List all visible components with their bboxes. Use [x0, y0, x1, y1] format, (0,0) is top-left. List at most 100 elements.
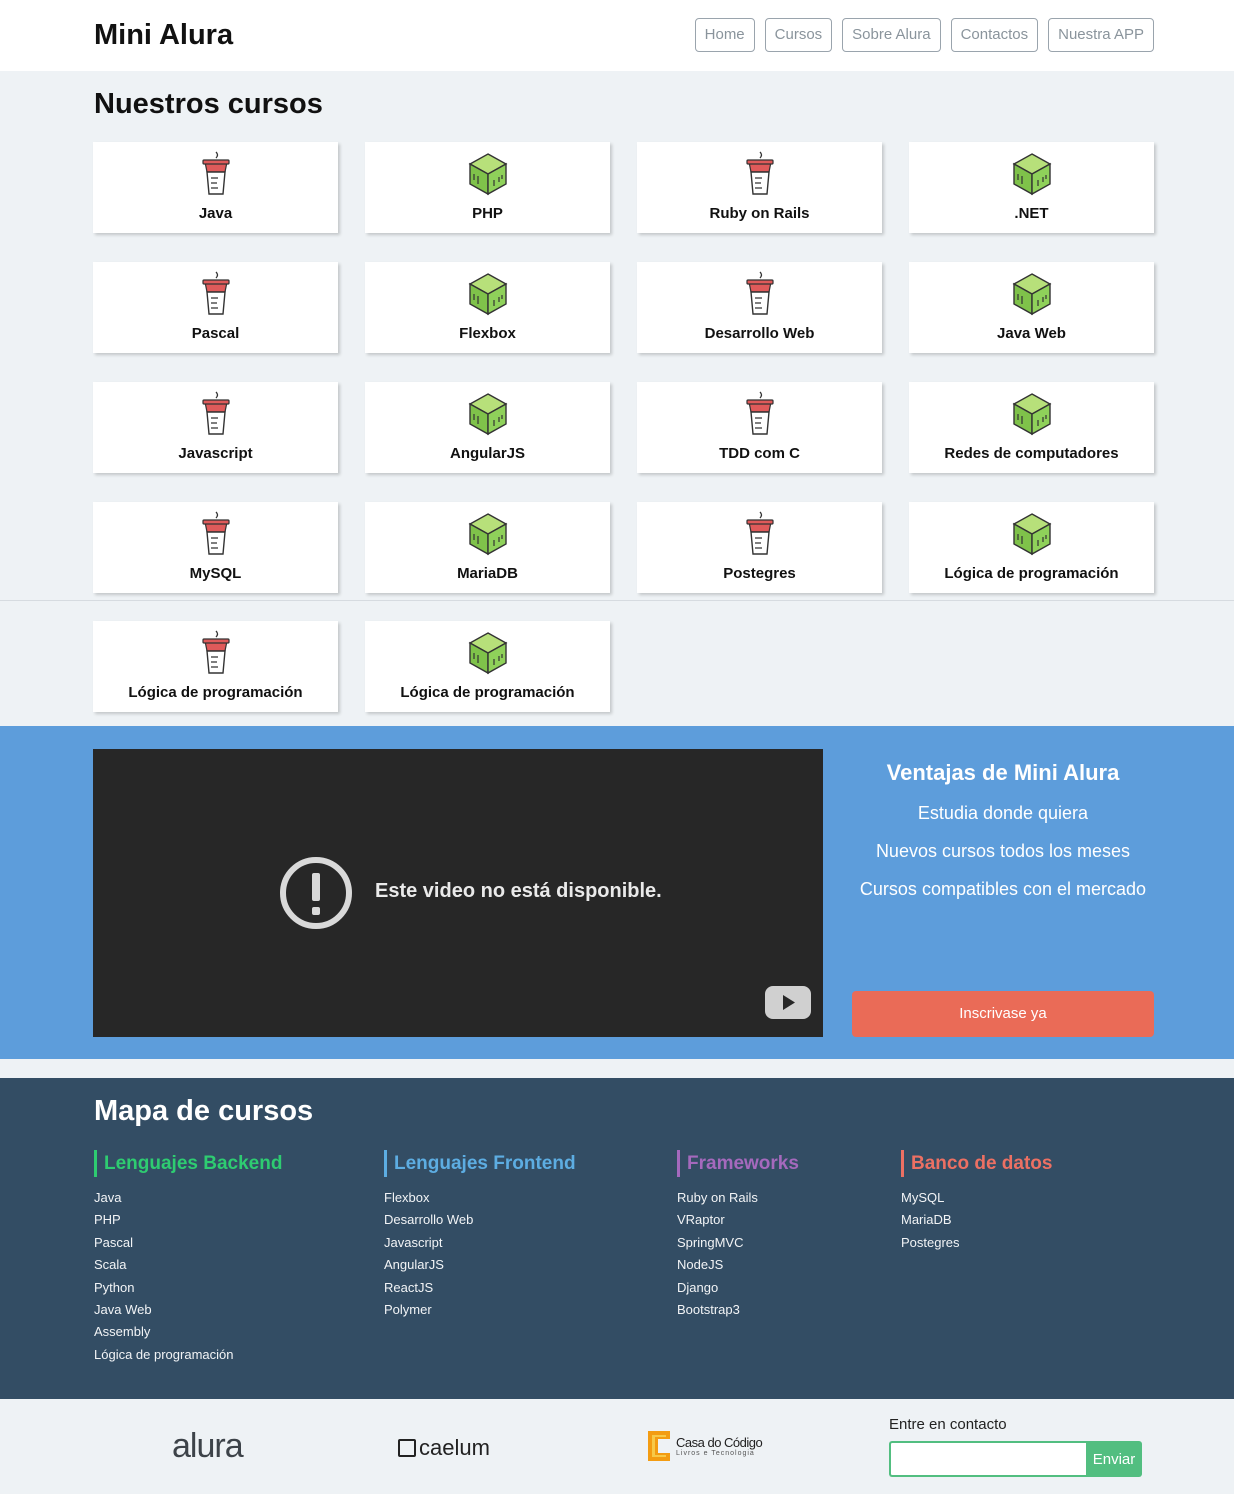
send-button[interactable]: Enviar — [1086, 1441, 1142, 1477]
course-card[interactable]: Java — [93, 142, 338, 233]
youtube-icon[interactable] — [765, 986, 811, 1019]
map-course-link[interactable]: Bootstrap3 — [677, 1299, 799, 1321]
nav-contactos[interactable]: Contactos — [950, 18, 1039, 52]
course-card[interactable]: Flexbox — [365, 262, 610, 353]
map-course-link[interactable]: SpringMVC — [677, 1232, 799, 1254]
cup-icon — [738, 150, 782, 198]
cup-icon — [194, 510, 238, 558]
map-column-list: Ruby on Rails VRaptor SpringMVC NodeJS Djang… — [677, 1187, 799, 1321]
contact-email-input[interactable] — [889, 1441, 1086, 1477]
cup-icon — [194, 390, 238, 438]
map-course-link[interactable]: AngularJS — [384, 1254, 576, 1276]
course-card-label: MySQL — [189, 565, 242, 582]
map-column-databases: Banco de datos MySQL MariaDB Postegres — [901, 1150, 1052, 1254]
map-course-link[interactable]: PHP — [94, 1209, 282, 1231]
course-card[interactable]: Lógica de programación — [909, 502, 1154, 593]
casa-do-codigo-mark-icon — [648, 1431, 670, 1461]
map-course-link[interactable]: Scala — [94, 1254, 282, 1276]
cube-icon — [1010, 390, 1054, 438]
course-card[interactable]: Java Web — [909, 262, 1154, 353]
course-card-label: Lógica de programación — [128, 684, 303, 701]
map-course-link[interactable]: VRaptor — [677, 1209, 799, 1231]
course-card-label: Lógica de programación — [944, 565, 1119, 582]
map-course-link[interactable]: Assembly — [94, 1321, 282, 1343]
course-card-label: Pascal — [191, 325, 240, 342]
course-card[interactable]: TDD com C — [637, 382, 882, 473]
course-card-label: .NET — [1014, 205, 1049, 222]
course-card-label: Javascript — [178, 445, 253, 462]
caelum-mark-icon — [398, 1439, 416, 1457]
map-course-link[interactable]: Python — [94, 1277, 282, 1299]
map-course-link[interactable]: MySQL — [901, 1187, 1052, 1209]
course-card-label: AngularJS — [449, 445, 525, 462]
cup-icon — [194, 629, 238, 677]
course-card-label: Desarrollo Web — [704, 325, 815, 342]
site-header: Mini Alura Home Cursos Sobre Alura Conta… — [0, 0, 1234, 71]
advantage-item: Cursos compatibles con el mercado — [859, 879, 1147, 899]
map-course-link[interactable]: Java — [94, 1187, 282, 1209]
cup-icon — [194, 150, 238, 198]
map-course-link[interactable]: Ruby on Rails — [677, 1187, 799, 1209]
course-card[interactable]: .NET — [909, 142, 1154, 233]
course-card[interactable]: Postegres — [637, 502, 882, 593]
map-column-list: Flexbox Desarrollo Web Javascript AngularJS… — [384, 1187, 576, 1321]
caelum-logo[interactable]: caelum — [398, 1435, 490, 1461]
site-footer: alura caelum Casa do Código Livros e Tec… — [0, 1399, 1234, 1494]
map-course-link[interactable]: Pascal — [94, 1232, 282, 1254]
alura-logo[interactable]: alura — [172, 1427, 244, 1466]
map-course-link[interactable]: Javascript — [384, 1232, 576, 1254]
cup-icon — [738, 390, 782, 438]
cube-icon — [1010, 270, 1054, 318]
cube-icon — [466, 629, 510, 677]
nav-cursos[interactable]: Cursos — [764, 18, 833, 52]
course-card-label: Flexbox — [459, 325, 516, 342]
map-course-link[interactable]: Flexbox — [384, 1187, 576, 1209]
nav-nuestra-app[interactable]: Nuestra APP — [1048, 18, 1154, 52]
map-column-title: Lenguajes Backend — [94, 1150, 282, 1177]
signup-button[interactable]: Inscrivase ya — [852, 991, 1154, 1037]
map-course-link[interactable]: ReactJS — [384, 1277, 576, 1299]
map-course-link[interactable]: Postegres — [901, 1232, 1052, 1254]
course-map-section: Mapa de cursos Lenguajes Backend Java PHP P… — [0, 1078, 1234, 1399]
course-card[interactable]: AngularJS — [365, 382, 610, 473]
nav-sobre-alura[interactable]: Sobre Alura — [842, 18, 941, 52]
advantages-panel: Ventajas de Mini Alura Estudia donde qui… — [852, 726, 1154, 900]
map-column-title: Banco de datos — [901, 1150, 1052, 1177]
course-card[interactable]: Lógica de programación — [365, 621, 610, 712]
map-column-title: Frameworks — [677, 1150, 799, 1177]
course-map-title: Mapa de cursos — [94, 1095, 314, 1127]
map-course-link[interactable]: Java Web — [94, 1299, 282, 1321]
caelum-logo-text: caelum — [419, 1435, 490, 1460]
cube-icon — [466, 390, 510, 438]
casa-do-codigo-subtext: Livros e Tecnologia — [676, 1450, 755, 1457]
contact-label: Entre en contacto — [889, 1416, 1007, 1433]
map-course-link[interactable]: NodeJS — [677, 1254, 799, 1276]
courses-title: Nuestros cursos — [94, 88, 323, 120]
site-logo[interactable]: Mini Alura — [94, 19, 233, 52]
course-card-label: Redes de computadores — [944, 445, 1119, 462]
map-course-link[interactable]: Django — [677, 1277, 799, 1299]
section-divider — [0, 600, 1234, 601]
cube-icon — [466, 270, 510, 318]
video-player[interactable]: Este video no está disponible. — [93, 749, 823, 1037]
course-card[interactable]: Javascript — [93, 382, 338, 473]
course-card[interactable]: Redes de computadores — [909, 382, 1154, 473]
map-course-link[interactable]: MariaDB — [901, 1209, 1052, 1231]
nav-home[interactable]: Home — [694, 18, 755, 52]
course-card[interactable]: Pascal — [93, 262, 338, 353]
course-card-label: MariaDB — [457, 565, 518, 582]
course-card[interactable]: MySQL — [93, 502, 338, 593]
cube-icon — [1010, 510, 1054, 558]
course-card[interactable]: Desarrollo Web — [637, 262, 882, 353]
cup-icon — [738, 270, 782, 318]
map-course-link[interactable]: Polymer — [384, 1299, 576, 1321]
course-card[interactable]: Ruby on Rails — [637, 142, 882, 233]
course-card[interactable]: Lógica de programación — [93, 621, 338, 712]
course-card[interactable]: MariaDB — [365, 502, 610, 593]
casa-do-codigo-logo[interactable]: Casa do Código Livros e Tecnologia — [646, 1429, 763, 1463]
course-card-label: Java — [198, 205, 233, 222]
map-course-link[interactable]: Lógica de programación — [94, 1344, 282, 1366]
course-card[interactable]: PHP — [365, 142, 610, 233]
map-course-link[interactable]: Desarrollo Web — [384, 1209, 576, 1231]
cup-icon — [194, 270, 238, 318]
